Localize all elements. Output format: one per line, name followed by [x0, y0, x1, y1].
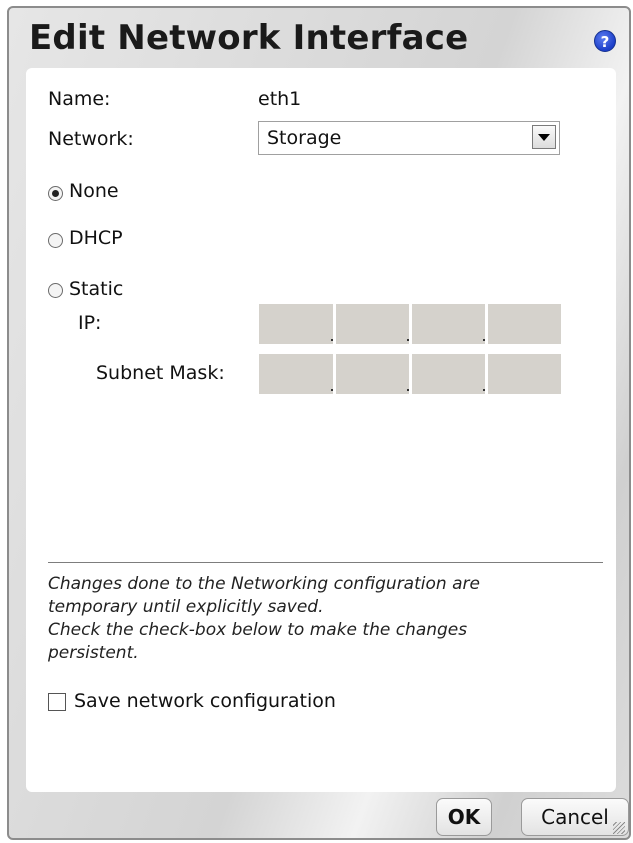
- ip-address-input[interactable]: [259, 304, 561, 344]
- help-icon[interactable]: ?: [594, 30, 616, 52]
- name-value: eth1: [258, 88, 302, 110]
- network-select[interactable]: Storage: [258, 121, 560, 155]
- subnet-mask-label: Subnet Mask:: [96, 362, 225, 384]
- note-line-3: Check the check-box below to make the ch…: [48, 620, 468, 640]
- radio-none[interactable]: [48, 186, 63, 201]
- edit-network-interface-dialog: Edit Network Interface ? Name: eth1 Netw…: [7, 6, 631, 840]
- network-label: Network:: [48, 128, 134, 150]
- chevron-down-icon[interactable]: [532, 125, 556, 149]
- note-line-1: Changes done to the Networking configura…: [48, 574, 480, 594]
- resize-grip-icon[interactable]: [613, 822, 625, 834]
- ok-button[interactable]: OK: [436, 798, 492, 836]
- radio-static[interactable]: [48, 283, 63, 298]
- ip-label: IP:: [78, 312, 102, 334]
- divider: [48, 562, 603, 563]
- network-select-value: Storage: [267, 127, 342, 149]
- radio-dhcp[interactable]: [48, 233, 63, 248]
- radio-dhcp-label: DHCP: [69, 227, 123, 249]
- save-config-checkbox[interactable]: [48, 693, 66, 711]
- radio-none-label: None: [69, 180, 119, 202]
- persistence-note: Changes done to the Networking configura…: [48, 573, 608, 665]
- radio-static-label: Static: [69, 278, 124, 300]
- subnet-mask-input[interactable]: [259, 354, 561, 394]
- dialog-title: Edit Network Interface: [29, 18, 469, 58]
- name-label: Name:: [48, 88, 111, 110]
- save-config-label: Save network configuration: [74, 690, 336, 712]
- dialog-body: Name: eth1 Network: Storage None DHCP St…: [26, 68, 616, 792]
- note-line-2: temporary until explicitly saved.: [48, 597, 324, 617]
- note-line-4: persistent.: [48, 643, 139, 663]
